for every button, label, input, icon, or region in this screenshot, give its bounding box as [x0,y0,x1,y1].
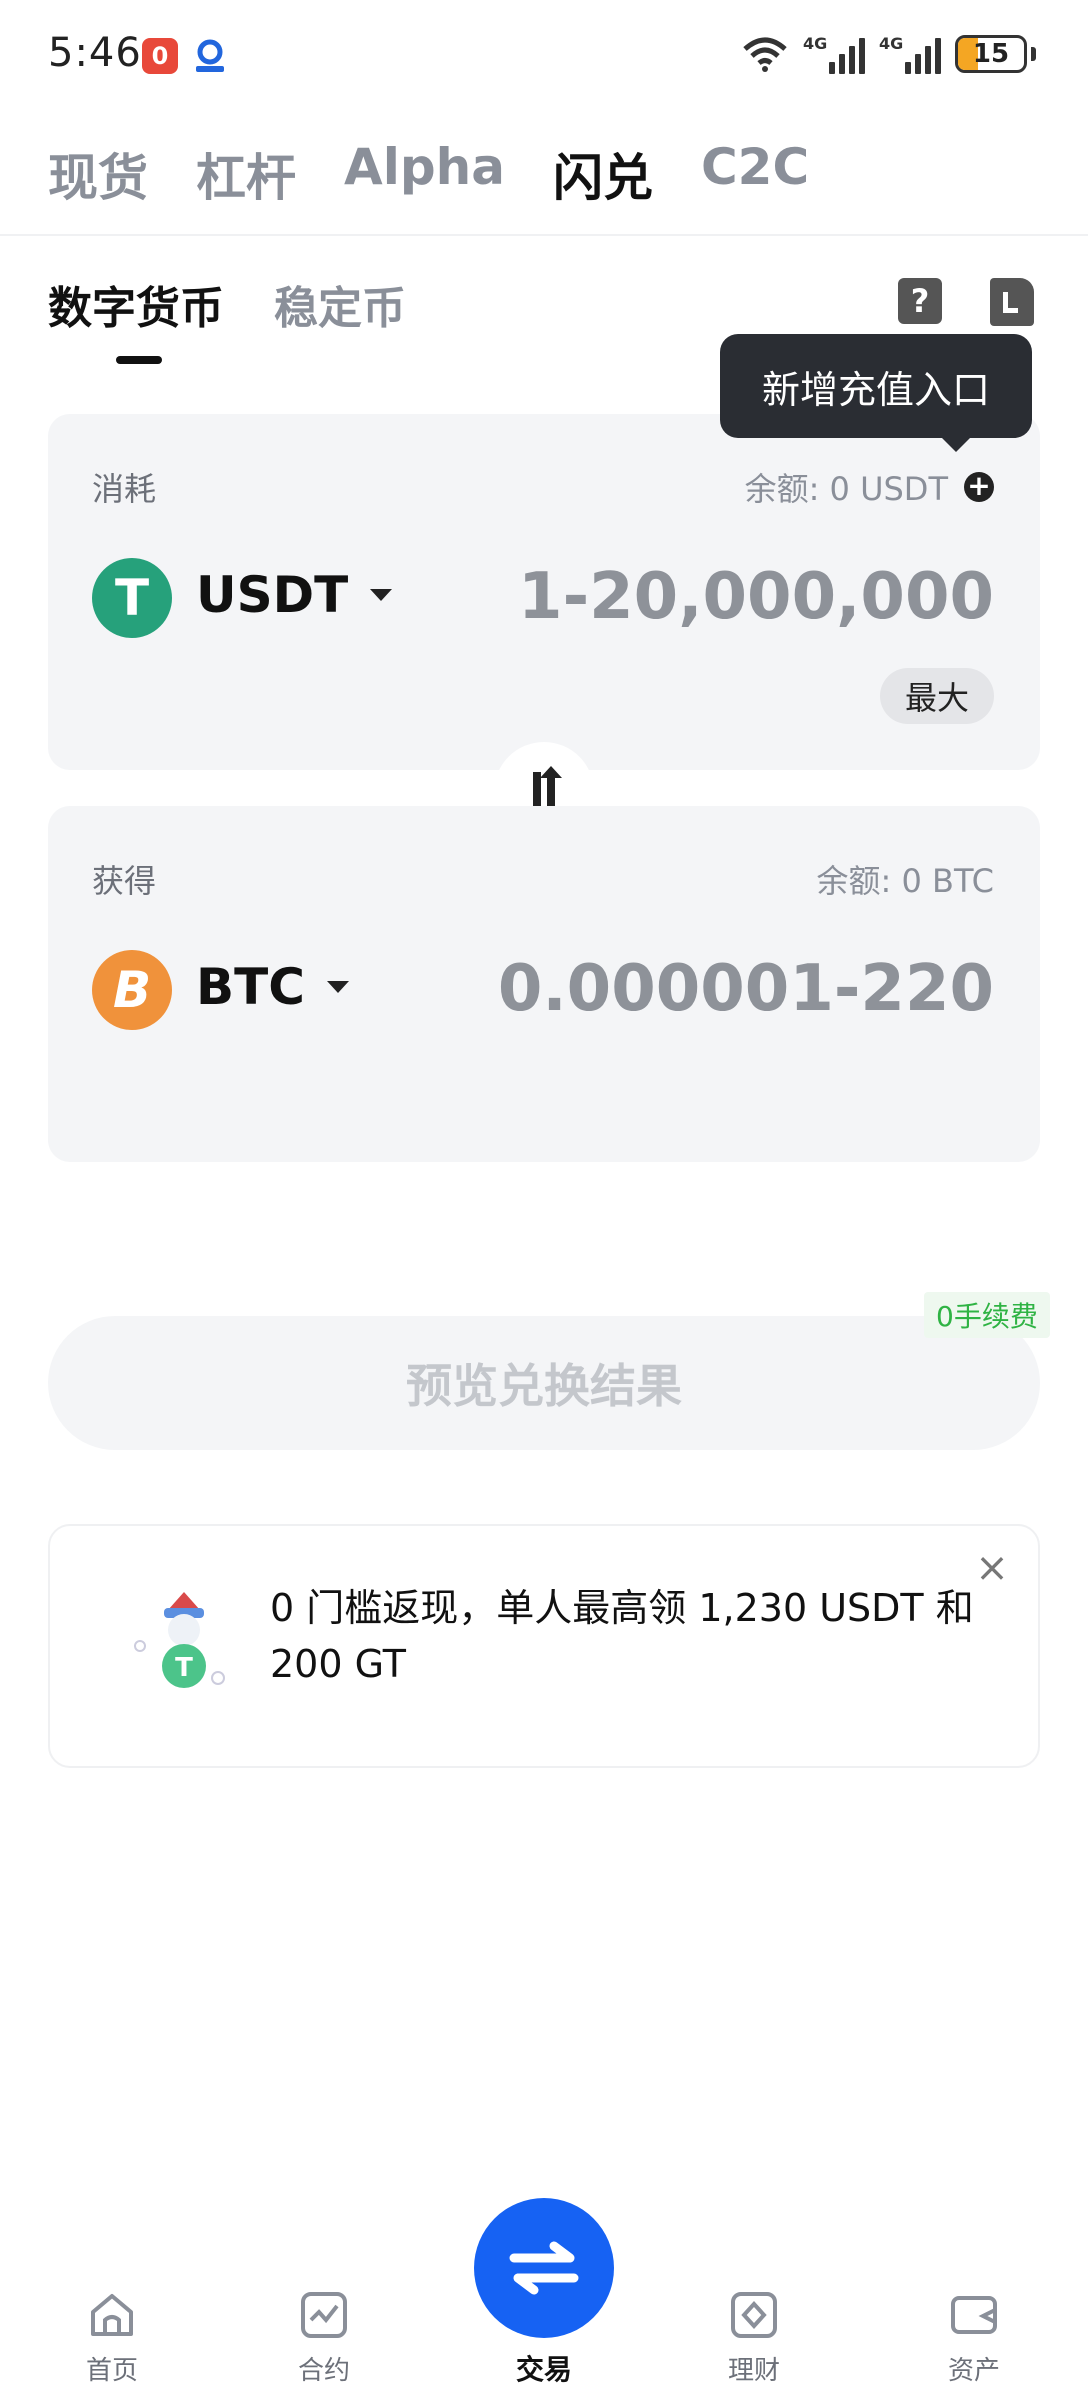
nav-futures-label: 合约 [297,2356,350,2386]
receive-label: 获得 [92,862,157,900]
battery-cap [1031,47,1036,61]
pay-currency: USDT [196,566,349,624]
promo-text: 0 门槛返现，单人最高领 1,230 USDT 和 200 GT [270,1586,974,1686]
earn-icon [731,2292,777,2338]
tab-c2c[interactable]: C2C [701,138,809,210]
bottom-nav: 首页 合约 交易 理财 资产 [0,2198,1088,2400]
network-type: 4G [803,34,828,53]
wifi-icon [743,37,787,72]
help-icon[interactable]: ? [898,278,942,324]
max-button[interactable]: 最大 [880,668,994,724]
deposit-tooltip: 新增充值入口 [720,334,1032,452]
svg-text:T: T [175,1653,193,1683]
nav-trade-label: 交易 [515,2353,572,2386]
sub-tabs: 数字货币 稳定币 [48,272,406,364]
battery-icon: 15 [955,35,1027,73]
status-bar: 5:46 0 4G 4G 15 [0,0,1088,112]
receive-balance-text: 余额: 0 BTC [816,862,994,900]
pay-amount-input[interactable]: 1-20,000,000 [518,560,994,634]
caret-down-icon [370,589,393,601]
notification-badge: 0 [142,38,178,74]
top-tabs: 现货 杠杆 Alpha 闪兑 C2C [48,138,809,210]
usdt-coin-icon: T [92,558,172,638]
preview-button[interactable]: 预览兑换结果 [48,1316,1040,1450]
nav-assets[interactable]: 资产 [914,2290,1034,2387]
status-time: 5:46 [48,30,142,76]
pay-currency-selector[interactable]: USDT [196,566,393,624]
nav-trade-button[interactable] [474,2198,614,2338]
signal-icon: 4G [879,34,941,74]
tab-margin[interactable]: 杠杆 [196,138,296,210]
deposit-plus-icon[interactable]: + [964,472,994,502]
chart-icon [301,2292,347,2338]
wallet-icon [951,2296,997,2334]
swap-icon [509,2241,579,2295]
receive-card: 获得 余额: 0 BTC B BTC 0.000001-220 [48,806,1040,1162]
pay-label: 消耗 [92,470,157,508]
tab-crypto[interactable]: 数字货币 [48,272,224,364]
nav-home-label: 首页 [85,2356,138,2386]
pay-balance: 余额: 0 USDT + [745,464,994,510]
btc-coin-icon: B [92,950,172,1030]
receive-currency: BTC [196,958,305,1016]
battery-level: 15 [972,39,1010,69]
caret-down-icon [326,981,349,993]
promo-banner[interactable]: T 0 门槛返现，单人最高领 1,230 USDT 和 200 GT × [48,1524,1040,1768]
close-icon[interactable]: × [970,1545,1014,1591]
home-icon [91,2294,133,2336]
signal-icon: 4G [803,34,865,74]
divider [0,234,1088,236]
nav-earn[interactable]: 理财 [694,2290,814,2387]
receive-balance: 余额: 0 BTC [817,856,994,902]
nav-futures[interactable]: 合约 [264,2290,384,2387]
tab-alpha[interactable]: Alpha [344,138,505,210]
pay-balance-text: 余额: 0 USDT [744,470,948,508]
pay-card: 消耗 余额: 0 USDT + T USDT 1-20,000,000 最大 [48,414,1040,770]
tab-spot[interactable]: 现货 [48,138,148,210]
promo-snowman-icon: T [134,1592,225,1688]
nav-earn-label: 理财 [727,2356,780,2386]
tab-convert[interactable]: 闪兑 [553,138,653,210]
receive-amount-input[interactable]: 0.000001-220 [498,952,994,1026]
receive-currency-selector[interactable]: BTC [196,958,349,1016]
app-logo-icon [196,39,224,72]
history-icon[interactable] [990,278,1034,326]
tab-stablecoin[interactable]: 稳定币 [274,272,406,336]
nav-home[interactable]: 首页 [52,2290,172,2387]
nav-assets-label: 资产 [947,2356,1000,2386]
zero-fee-badge: 0手续费 [924,1292,1050,1338]
network-type: 4G [879,34,904,53]
